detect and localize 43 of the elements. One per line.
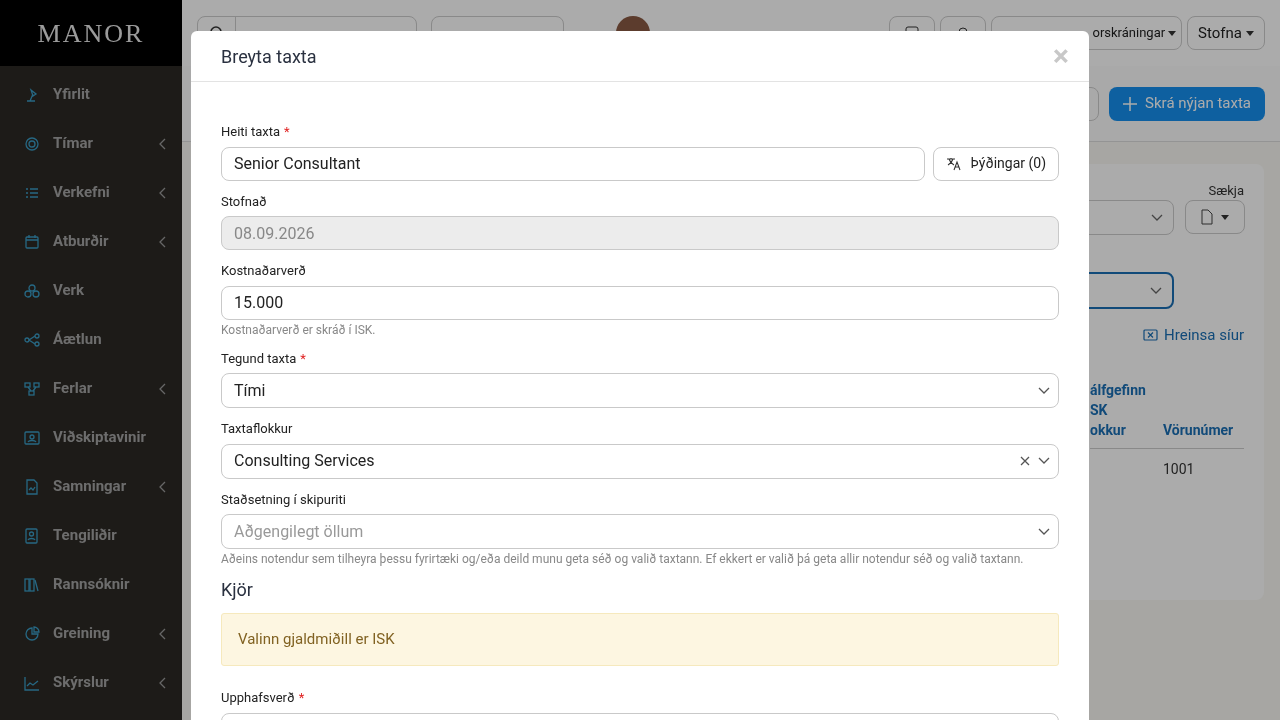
clear-filters-link[interactable]: Hreinsa síur bbox=[1143, 324, 1244, 347]
required-mark: * bbox=[300, 349, 306, 368]
column-header[interactable]: álfgefinn SK okkur bbox=[1090, 380, 1163, 440]
field-label: Stofnað bbox=[221, 192, 267, 211]
sidebar-item[interactable]: Verkefni bbox=[0, 168, 182, 217]
sidebar-item[interactable]: Atburðir bbox=[0, 217, 182, 266]
disabled-field: 08.09.2026 bbox=[221, 216, 1059, 250]
info-alert: Valinn gjaldmiðill er ISK bbox=[221, 613, 1059, 666]
input-field[interactable]: Senior Consultant bbox=[221, 146, 925, 181]
field-label: Kostnaðarverð bbox=[221, 262, 306, 280]
sidebar-item[interactable]: Tímar bbox=[0, 119, 182, 168]
sidebar-item[interactable]: Skýrslur bbox=[0, 658, 182, 707]
logo: MANOR bbox=[37, 17, 145, 50]
sidebar-item[interactable]: Yfirlit bbox=[0, 70, 182, 119]
table-cell-text: 1001 bbox=[1163, 460, 1196, 479]
sidebar-item[interactable]: Rannsóknir bbox=[0, 560, 182, 609]
help-text: Kostnaðarverð er skráð í ISK. bbox=[221, 321, 377, 338]
export-label: Sækja bbox=[1208, 182, 1244, 200]
field-label: Heiti taxta bbox=[221, 123, 281, 141]
select-field[interactable]: Consulting Services bbox=[221, 443, 1059, 479]
new-rate-button[interactable]: Skrá nýjan taxta bbox=[1109, 86, 1265, 121]
required-mark: * bbox=[298, 689, 305, 707]
modal-title: Breyta taxta bbox=[221, 44, 317, 69]
column-header[interactable]: Vörunúmer bbox=[1163, 420, 1244, 440]
field-label: Tegund taxta bbox=[221, 349, 297, 368]
sidebar-item[interactable]: Ferlar bbox=[0, 364, 182, 413]
sidebar-item[interactable]: Greining bbox=[0, 609, 182, 658]
translations-button[interactable]: Þýðingar (0) bbox=[932, 146, 1059, 181]
field-label: Upphafsverð bbox=[221, 689, 295, 707]
select-field[interactable]: Aðgengilegt öllum bbox=[221, 514, 1059, 549]
sidebar-item[interactable]: Áætlun bbox=[0, 315, 182, 364]
create-button[interactable]: Stofna bbox=[1187, 16, 1265, 50]
select-field[interactable]: Tími bbox=[221, 373, 1059, 408]
input-field[interactable]: 15.000 bbox=[221, 285, 1059, 320]
sidebar-item[interactable]: Viðskiptavinir bbox=[0, 413, 182, 462]
section-heading: Kjör bbox=[221, 578, 254, 602]
required-mark: * bbox=[284, 123, 290, 141]
sidebar-item[interactable]: Tengiliðir bbox=[0, 511, 182, 560]
field-label: Taxtaflokkur bbox=[221, 420, 293, 438]
sidebar-item[interactable]: Verk bbox=[0, 266, 182, 315]
help-text: Aðeins notendur sem tilheyra þessu fyrirtæki og/eða deild munu geta séð og valið taxtann. Ef ekkert er valið þá geta allir notendur séð og valið taxtann. bbox=[221, 551, 1025, 567]
sidebar-item[interactable]: Samningar bbox=[0, 462, 182, 511]
field-label: Staðsetning í skipuriti bbox=[221, 490, 346, 509]
